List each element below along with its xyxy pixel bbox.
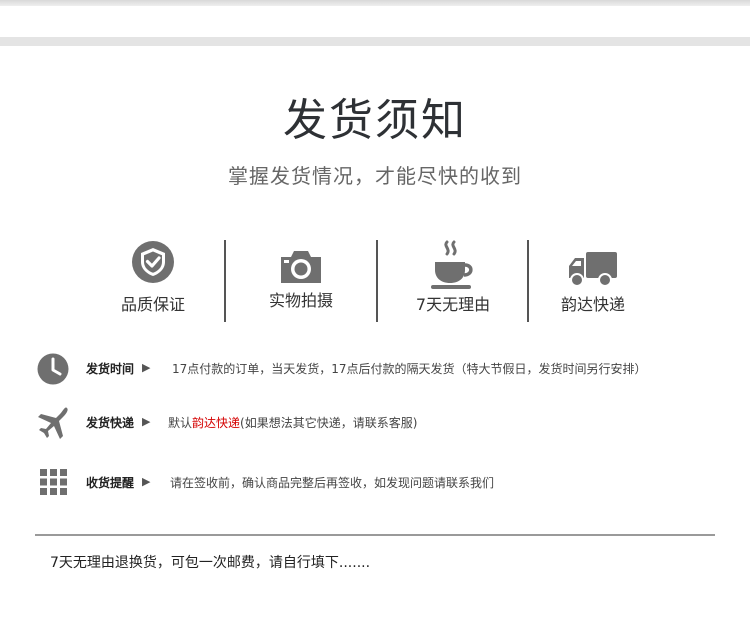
express-suffix: (如果想法其它快递，请联系客服) (240, 416, 418, 430)
delivery-truck-icon (567, 251, 619, 293)
camera-icon (278, 249, 324, 289)
info-value: 17点付款的订单，当天发货，17点后付款的隔天发货（特大节假日，发货时间另行安排… (172, 362, 647, 376)
coffee-cup-icon (429, 240, 477, 296)
info-key: 发货快递 (86, 416, 135, 430)
page-subtitle: 掌握发货情况，才能尽快的收到 (228, 164, 522, 188)
top-band (0, 37, 750, 46)
arrow-icon: ▶ (142, 475, 151, 488)
express-highlight: 韵达快递 (192, 416, 241, 430)
page-title: 发货须知 (283, 95, 467, 146)
info-key: 发货时间 (86, 362, 135, 376)
shield-check-icon (131, 240, 175, 288)
feature-quality: 品质保证 (78, 235, 228, 330)
info-row-shipping-time: 发货时间 ▶ 17点付款的订单，当天发货，17点后付款的隔天发货（特大节假日，发… (0, 350, 750, 390)
express-prefix: 默认 (168, 416, 193, 430)
feature-seven-day: 7天无理由 (378, 235, 528, 330)
feature-label: 品质保证 (120, 295, 185, 314)
grid-icon (40, 469, 68, 499)
airplane-icon (36, 405, 70, 445)
feature-label: 韵达快递 (560, 295, 625, 314)
info-row-express: 发货快递 ▶ 默认韵达快递(如果想法其它快递，请联系客服) (0, 404, 750, 444)
info-row-receipt: 收货提醒 ▶ 请在签收前，确认商品完整后再签收，如发现问题请联系我们 (0, 464, 750, 504)
info-key: 收货提醒 (86, 476, 135, 490)
feature-real-photo: 实物拍摄 (226, 235, 376, 330)
arrow-icon: ▶ (142, 415, 151, 428)
info-value: 请在签收前，确认商品完整后再签收，如发现问题请联系我们 (170, 476, 495, 490)
features-row: 品质保证 实物拍摄 7天无理由 韵达快递 (0, 235, 750, 330)
return-note: 7天无理由退换货，可包一次邮费，请自行填下....... (50, 555, 371, 571)
clock-icon (37, 353, 69, 389)
feature-label: 实物拍摄 (268, 291, 333, 310)
feature-express: 韵达快递 (518, 235, 668, 330)
info-value: 默认韵达快递(如果想法其它快递，请联系客服) (168, 413, 417, 433)
divider-line (35, 534, 715, 536)
top-strip (0, 0, 750, 6)
feature-label: 7天无理由 (415, 295, 491, 314)
arrow-icon: ▶ (142, 361, 151, 374)
